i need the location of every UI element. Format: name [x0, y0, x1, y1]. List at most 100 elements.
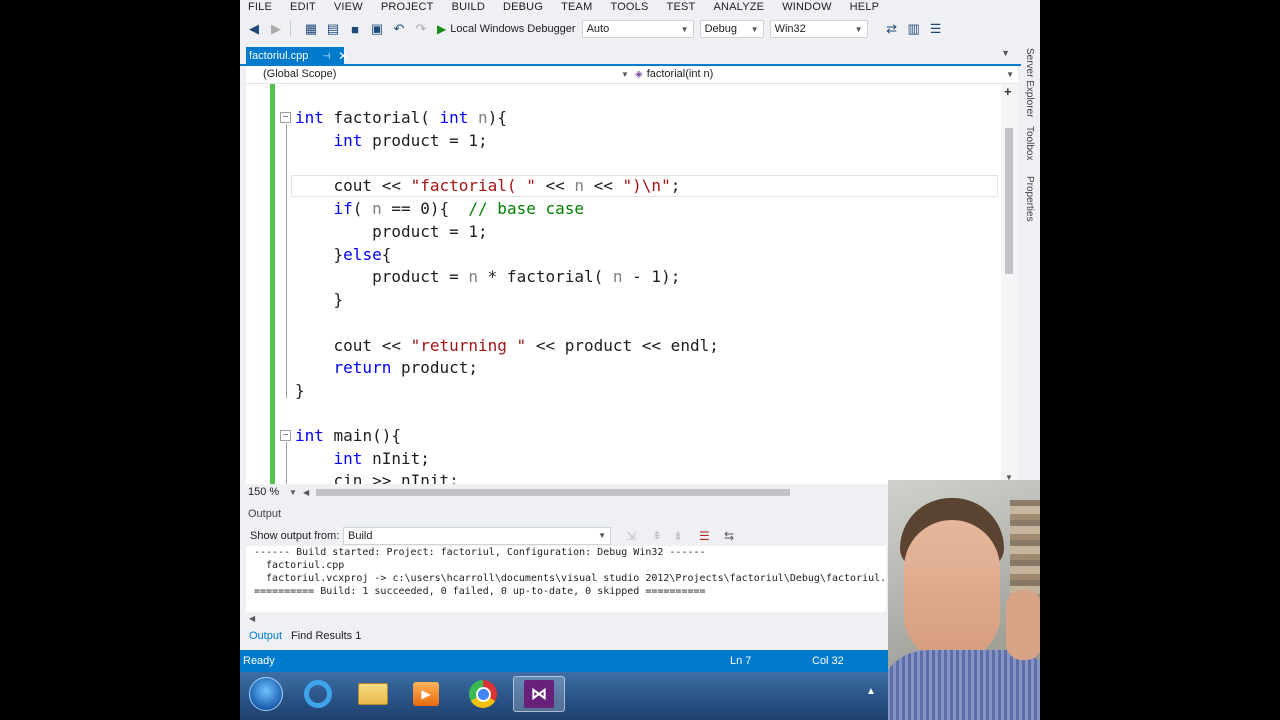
start-orb-icon	[249, 677, 283, 711]
start-debugging-icon[interactable]: ▶	[437, 22, 446, 36]
scroll-left-icon[interactable]: ◀	[249, 614, 255, 623]
tab-list-dropdown-icon[interactable]: ▼	[1001, 48, 1010, 58]
taskbar-file-explorer[interactable]	[347, 676, 399, 712]
line-number: Ln 7	[730, 655, 752, 667]
code-line: int factorial( int n){	[295, 108, 507, 127]
taskbar-visual-studio[interactable]: ⋈	[513, 676, 565, 712]
go-to-location-icon[interactable]: ⇲	[626, 529, 636, 543]
open-file-icon[interactable]: ▤	[325, 21, 341, 37]
menu-project[interactable]: PROJECT	[381, 1, 434, 13]
split-editor-icon[interactable]: +	[1004, 84, 1012, 99]
internet-explorer-icon	[304, 680, 332, 708]
back-icon[interactable]: ◀	[246, 21, 262, 37]
function-icon: ◈	[635, 69, 643, 80]
tab-output[interactable]: Output	[249, 630, 282, 642]
close-icon[interactable]: ✕	[338, 49, 348, 63]
start-debugger-button[interactable]: Local Windows Debugger	[450, 23, 575, 35]
column-number: Col 32	[812, 655, 844, 667]
scrollbar-thumb[interactable]	[1005, 128, 1013, 274]
code-editor[interactable]: − − int factorial( int n){ int product =…	[246, 84, 1001, 484]
taskbar-media-player[interactable]: ▶	[400, 676, 452, 712]
code-line: int nInit;	[333, 449, 430, 468]
new-project-icon[interactable]: ▦	[303, 21, 319, 37]
member-dropdown-value: factorial(int n)	[646, 68, 714, 80]
collapse-icon[interactable]: −	[280, 430, 291, 441]
properties-icon[interactable]: ☰	[928, 21, 944, 37]
tab-find-results-1[interactable]: Find Results 1	[291, 630, 361, 642]
zoom-level[interactable]: 150 %	[248, 486, 279, 498]
pin-icon[interactable]: ⊣	[322, 51, 330, 62]
start-button[interactable]	[240, 676, 292, 712]
code-line: product = 1;	[295, 222, 488, 241]
presenter-shirt	[888, 650, 1040, 720]
save-all-icon[interactable]: ▣	[369, 21, 385, 37]
previous-message-icon[interactable]: ⇞	[652, 529, 662, 543]
code-line: if( n == 0){ // base case	[333, 199, 584, 218]
output-source-value: Build	[348, 530, 373, 542]
chevron-down-icon: ▼	[750, 24, 759, 34]
show-hidden-icons-icon[interactable]: ▲	[866, 686, 876, 697]
folder-icon	[358, 683, 388, 705]
output-line: ========== Build: 1 succeeded, 0 failed,…	[254, 586, 706, 597]
taskbar-chrome[interactable]	[457, 676, 509, 712]
chevron-down-icon[interactable]: ▼	[289, 488, 297, 497]
horizontal-scrollbar-thumb[interactable]	[316, 489, 790, 496]
taskbar-internet-explorer[interactable]	[292, 676, 344, 712]
code-line: }	[295, 290, 344, 309]
editor-vertical-scrollbar[interactable]: + ▼	[1001, 84, 1018, 484]
presenter-hand	[1006, 590, 1040, 660]
server-explorer-tab[interactable]: Server Explorer	[1024, 48, 1035, 117]
save-icon[interactable]: ■	[347, 21, 363, 37]
code-line: int product = 1;	[333, 131, 488, 150]
menu-help[interactable]: HELP	[850, 1, 880, 13]
output-horizontal-scrollbar[interactable]: ◀	[246, 613, 886, 625]
redo-icon[interactable]: ↷	[413, 21, 429, 37]
visual-studio-icon: ⋈	[524, 680, 554, 708]
chevron-down-icon[interactable]: ▼	[1006, 70, 1014, 79]
menu-file[interactable]: FILE	[248, 1, 272, 13]
side-tool-strip: Server Explorer Toolbox Properties	[1021, 46, 1040, 486]
debugger-type-dropdown[interactable]: Auto ▼	[581, 20, 694, 38]
find-in-files-icon[interactable]: ⇄	[884, 21, 900, 37]
menu-team[interactable]: TEAM	[561, 1, 592, 13]
change-tracking-bar	[270, 84, 275, 484]
code-line: cout << "returning " << product << endl;	[295, 336, 719, 355]
member-dropdown[interactable]: ◈ factorial(int n)	[635, 68, 713, 80]
chevron-down-icon: ▼	[598, 531, 606, 540]
collapse-icon[interactable]: −	[280, 112, 291, 123]
output-text[interactable]: ------ Build started: Project: factoriul…	[246, 546, 886, 612]
document-tab-strip: factoriul.cpp ⊣ ✕ ▼	[240, 46, 1040, 66]
code-line: return product;	[333, 358, 479, 377]
tab-factoriul-cpp[interactable]: factoriul.cpp ⊣ ✕	[246, 47, 348, 65]
properties-tab[interactable]: Properties	[1024, 176, 1035, 222]
clear-all-icon[interactable]: ☰	[699, 529, 710, 543]
menu-edit[interactable]: EDIT	[290, 1, 316, 13]
menu-view[interactable]: VIEW	[334, 1, 363, 13]
code-line: }else{	[295, 245, 392, 264]
platform-dropdown[interactable]: Win32 ▼	[769, 20, 868, 38]
configuration-dropdown[interactable]: Debug ▼	[699, 20, 764, 38]
scope-dropdown[interactable]: (Global Scope)	[263, 68, 336, 80]
chrome-icon	[469, 680, 497, 708]
chevron-down-icon[interactable]: ▼	[621, 70, 629, 79]
output-line: factoriul.cpp	[254, 560, 345, 571]
output-source-dropdown[interactable]: Build ▼	[343, 527, 611, 545]
menu-test[interactable]: TEST	[667, 1, 696, 13]
undo-icon[interactable]: ↶	[391, 21, 407, 37]
output-line: ------ Build started: Project: factoriul…	[254, 547, 706, 558]
word-wrap-icon[interactable]: ⇆	[724, 529, 734, 543]
toolbox-tab[interactable]: Toolbox	[1024, 126, 1035, 160]
code-line: product = n * factorial( n - 1);	[295, 267, 681, 286]
solution-explorer-icon[interactable]: ▥	[906, 21, 922, 37]
next-message-icon[interactable]: ⇟	[673, 529, 683, 543]
menu-tools[interactable]: TOOLS	[610, 1, 648, 13]
forward-icon[interactable]: ▶	[268, 21, 284, 37]
menu-debug[interactable]: DEBUG	[503, 1, 543, 13]
chevron-down-icon: ▼	[680, 24, 689, 34]
menu-bar: FILE EDIT VIEW PROJECT BUILD DEBUG TEAM …	[240, 0, 1040, 14]
menu-analyze[interactable]: ANALYZE	[713, 1, 764, 13]
scroll-left-icon[interactable]: ◀	[303, 488, 309, 497]
menu-window[interactable]: WINDOW	[782, 1, 831, 13]
menu-build[interactable]: BUILD	[452, 1, 485, 13]
webcam-overlay	[888, 480, 1040, 720]
